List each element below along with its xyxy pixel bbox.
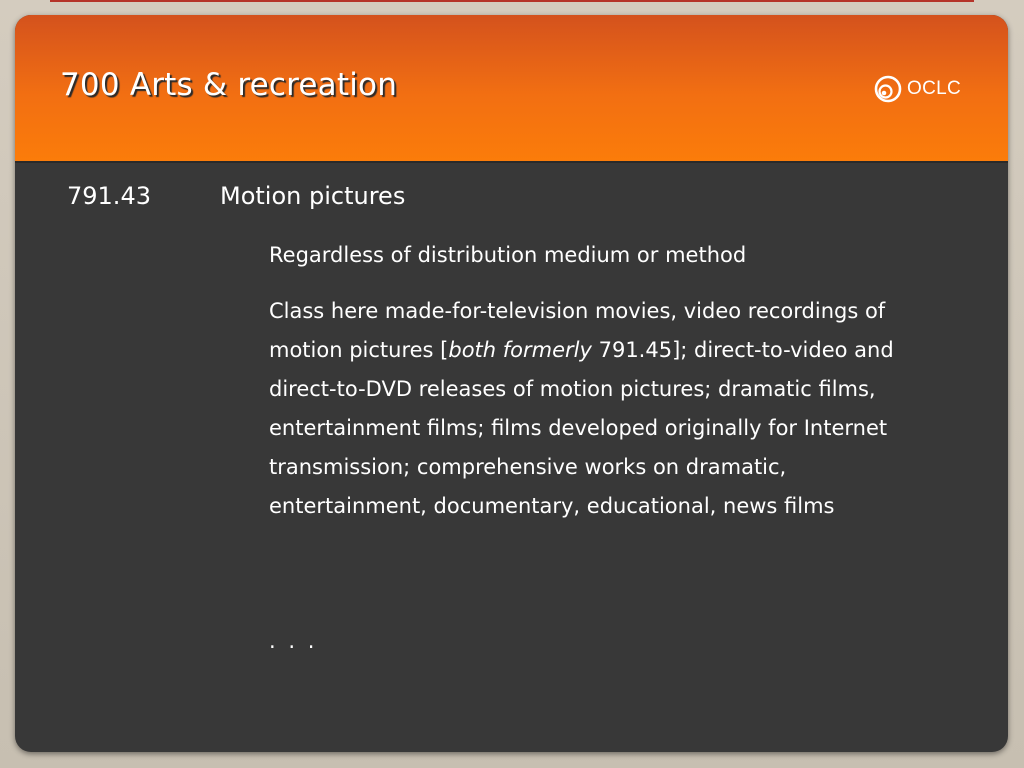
slide-header: 700 Arts & recreation OCLC (15, 15, 1008, 163)
slide-title: 700 Arts & recreation (60, 67, 398, 103)
class-number: 791.43 (67, 182, 151, 210)
slide: 700 Arts & recreation OCLC 791.43 Motion… (15, 15, 1008, 752)
class-here-note: Class here made-for-television movies, v… (269, 292, 894, 526)
logo-text: OCLC (907, 78, 961, 99)
scope-note: Regardless of distribution medium or met… (269, 243, 747, 267)
top-rule (50, 0, 974, 2)
oclc-logo: OCLC (873, 73, 961, 105)
oclc-logo-icon (874, 75, 902, 103)
class-here-text-continued: 791.45]; direct-to-video and direct-to-D… (269, 338, 894, 518)
slide-body: 791.43 Motion pictures Regardless of dis… (15, 163, 1008, 752)
class-heading: Motion pictures (220, 182, 406, 210)
ellipsis: . . . (269, 629, 318, 653)
class-here-italic: both formerly (448, 338, 592, 362)
